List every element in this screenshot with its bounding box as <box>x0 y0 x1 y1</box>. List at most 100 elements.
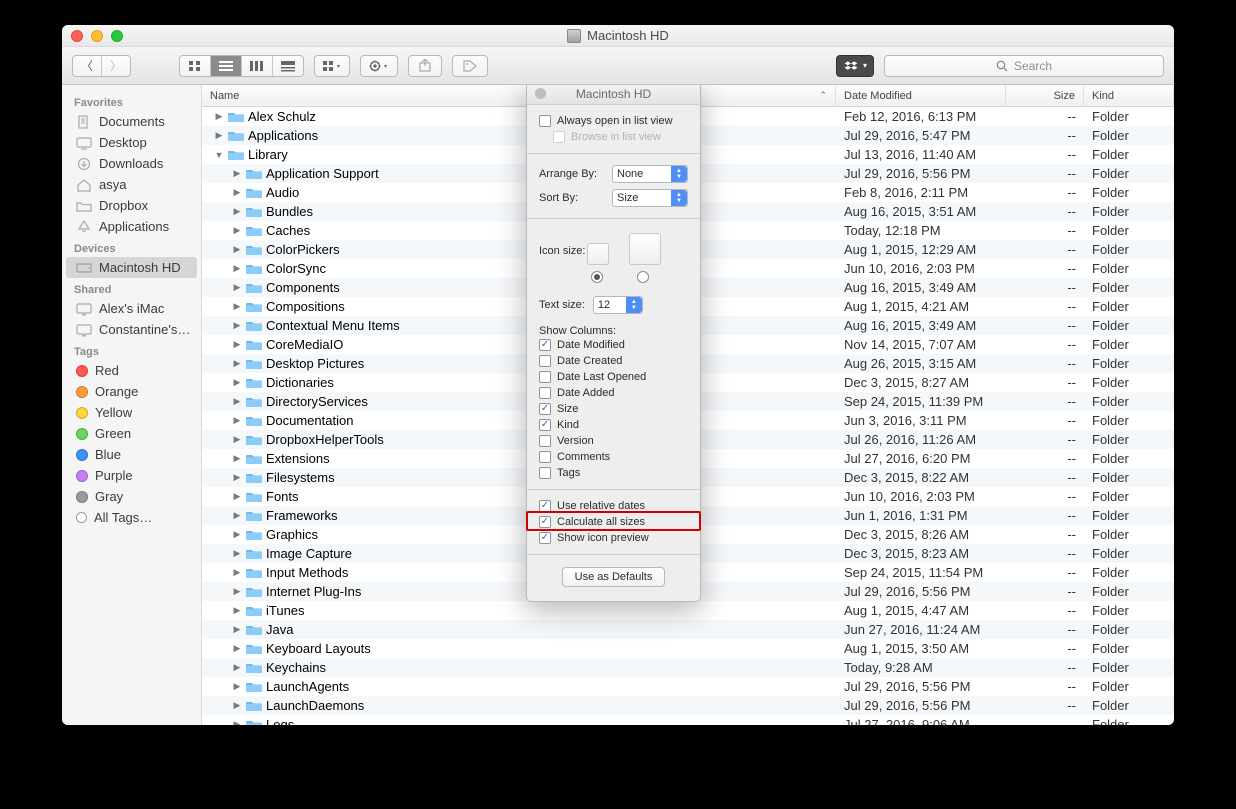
file-row[interactable]: ▶LogsJul 27, 2016, 9:06 AM--Folder <box>202 715 1174 725</box>
zoom-window-button[interactable] <box>111 30 123 42</box>
disclosure-triangle-icon[interactable]: ▶ <box>214 111 224 122</box>
home-icon <box>76 178 92 192</box>
disclosure-triangle-icon[interactable]: ▶ <box>232 225 242 236</box>
disclosure-triangle-icon[interactable]: ▶ <box>232 263 242 274</box>
disclosure-triangle-icon[interactable]: ▶ <box>232 244 242 255</box>
sidebar-item[interactable]: Desktop <box>62 132 201 153</box>
arrange-menu[interactable] <box>314 55 350 77</box>
show-icon-preview-checkbox[interactable]: Show icon preview <box>539 530 688 546</box>
disclosure-triangle-icon[interactable]: ▶ <box>232 605 242 616</box>
disclosure-triangle-icon[interactable]: ▶ <box>232 301 242 312</box>
titlebar[interactable]: Macintosh HD <box>62 25 1174 47</box>
file-date: Jul 13, 2016, 11:40 AM <box>836 147 1006 162</box>
column-date[interactable]: Date Modified <box>836 85 1006 106</box>
sidebar-section-header: Shared <box>62 278 201 298</box>
sidebar-item[interactable]: All Tags… <box>62 507 201 528</box>
minimize-window-button[interactable] <box>91 30 103 42</box>
disclosure-triangle-icon[interactable]: ▶ <box>232 187 242 198</box>
column-toggle[interactable]: Tags <box>539 465 688 481</box>
icon-size-small-radio[interactable] <box>591 271 603 283</box>
close-icon[interactable] <box>535 88 546 99</box>
back-button[interactable]: 〈 <box>73 56 102 76</box>
file-row[interactable]: ▶LaunchDaemonsJul 29, 2016, 5:56 PM--Fol… <box>202 696 1174 715</box>
disclosure-triangle-icon[interactable]: ▶ <box>232 434 242 445</box>
icon-size-large-radio[interactable] <box>637 271 649 283</box>
column-toggle[interactable]: Date Added <box>539 385 688 401</box>
disclosure-triangle-icon[interactable]: ▶ <box>232 168 242 179</box>
forward-button[interactable]: 〉 <box>102 56 130 76</box>
view-options-title[interactable]: Macintosh HD <box>527 85 700 105</box>
disclosure-triangle-icon[interactable]: ▶ <box>232 548 242 559</box>
disclosure-triangle-icon[interactable]: ▶ <box>232 643 242 654</box>
disclosure-triangle-icon[interactable]: ▶ <box>232 681 242 692</box>
disclosure-triangle-icon[interactable]: ▶ <box>232 339 242 350</box>
column-kind[interactable]: Kind <box>1084 85 1174 106</box>
view-icons-button[interactable] <box>180 56 211 76</box>
disclosure-triangle-icon[interactable]: ▶ <box>232 282 242 293</box>
disclosure-triangle-icon[interactable]: ▶ <box>232 491 242 502</box>
dropbox-badge[interactable]: ▾ <box>836 55 874 77</box>
column-toggle[interactable]: Date Last Opened <box>539 369 688 385</box>
column-toggle[interactable]: Version <box>539 433 688 449</box>
sidebar-item[interactable]: Yellow <box>62 402 201 423</box>
use-as-defaults-button[interactable]: Use as Defaults <box>562 567 666 587</box>
column-toggle[interactable]: Date Created <box>539 353 688 369</box>
file-row[interactable]: ▶LaunchAgentsJul 29, 2016, 5:56 PM--Fold… <box>202 677 1174 696</box>
view-list-button[interactable] <box>211 56 242 76</box>
disclosure-triangle-icon[interactable]: ▶ <box>232 472 242 483</box>
sidebar-item[interactable]: Gray <box>62 486 201 507</box>
disclosure-triangle-icon[interactable]: ▶ <box>232 586 242 597</box>
sidebar-item[interactable]: Constantine's… <box>62 319 201 340</box>
column-size[interactable]: Size <box>1006 85 1084 106</box>
sidebar-item[interactable]: Documents <box>62 111 201 132</box>
disclosure-triangle-icon[interactable]: ▶ <box>232 567 242 578</box>
folder-icon <box>246 699 262 712</box>
sidebar-item[interactable]: Alex's iMac <box>62 298 201 319</box>
disclosure-triangle-icon[interactable]: ▶ <box>232 320 242 331</box>
sidebar-item[interactable]: Red <box>62 360 201 381</box>
file-row[interactable]: ▶JavaJun 27, 2016, 11:24 AM--Folder <box>202 620 1174 639</box>
share-button[interactable] <box>408 55 442 77</box>
column-name[interactable]: Name⌃ <box>202 85 836 106</box>
sidebar-item[interactable]: asya <box>62 174 201 195</box>
disclosure-triangle-icon[interactable]: ▶ <box>232 662 242 673</box>
sidebar-item[interactable]: Macintosh HD <box>66 257 197 278</box>
sidebar-item[interactable]: Applications <box>62 216 201 237</box>
disclosure-triangle-icon[interactable]: ▶ <box>232 700 242 711</box>
disclosure-triangle-icon[interactable]: ▶ <box>232 719 242 725</box>
sidebar-item[interactable]: Green <box>62 423 201 444</box>
close-window-button[interactable] <box>71 30 83 42</box>
column-toggle[interactable]: Date Modified <box>539 337 688 353</box>
disclosure-triangle-icon[interactable]: ▶ <box>232 358 242 369</box>
column-toggle[interactable]: Comments <box>539 449 688 465</box>
disclosure-triangle-icon[interactable]: ▶ <box>232 396 242 407</box>
sidebar-item[interactable]: Orange <box>62 381 201 402</box>
file-row[interactable]: ▶iTunesAug 1, 2015, 4:47 AM--Folder <box>202 601 1174 620</box>
text-size-select[interactable]: 12▲▼ <box>593 296 643 314</box>
disclosure-triangle-icon[interactable]: ▶ <box>232 415 242 426</box>
search-field[interactable]: Search <box>884 55 1164 77</box>
arrange-by-select[interactable]: None▲▼ <box>612 165 688 183</box>
tags-button[interactable] <box>452 55 488 77</box>
action-menu[interactable] <box>360 55 398 77</box>
sidebar-item[interactable]: Dropbox <box>62 195 201 216</box>
disclosure-triangle-icon[interactable]: ▶ <box>232 453 242 464</box>
column-toggle[interactable]: Size <box>539 401 688 417</box>
disclosure-triangle-icon[interactable]: ▶ <box>214 130 224 141</box>
view-coverflow-button[interactable] <box>273 56 303 76</box>
view-columns-button[interactable] <box>242 56 273 76</box>
disclosure-triangle-icon[interactable]: ▶ <box>232 206 242 217</box>
disclosure-triangle-icon[interactable]: ▶ <box>232 529 242 540</box>
sidebar-item[interactable]: Purple <box>62 465 201 486</box>
sidebar-item[interactable]: Downloads <box>62 153 201 174</box>
disclosure-triangle-icon[interactable]: ▼ <box>214 150 224 160</box>
column-toggle[interactable]: Kind <box>539 417 688 433</box>
file-row[interactable]: ▶Keyboard LayoutsAug 1, 2015, 3:50 AM--F… <box>202 639 1174 658</box>
disclosure-triangle-icon[interactable]: ▶ <box>232 510 242 521</box>
sidebar-item[interactable]: Blue <box>62 444 201 465</box>
disclosure-triangle-icon[interactable]: ▶ <box>232 624 242 635</box>
sort-by-select[interactable]: Size▲▼ <box>612 189 688 207</box>
file-row[interactable]: ▶KeychainsToday, 9:28 AM--Folder <box>202 658 1174 677</box>
disclosure-triangle-icon[interactable]: ▶ <box>232 377 242 388</box>
always-open-checkbox[interactable]: Always open in list view <box>539 113 688 129</box>
